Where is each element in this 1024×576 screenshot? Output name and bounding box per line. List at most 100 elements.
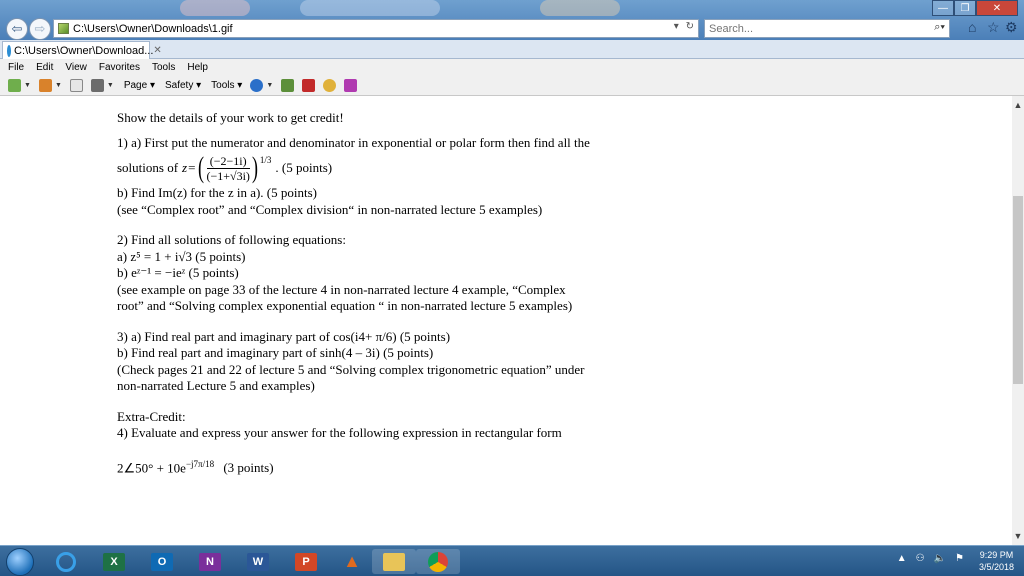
q4-points: (3 points) — [223, 459, 274, 475]
search-icon[interactable]: ⌕▾ — [934, 21, 945, 34]
onenote-icon: N — [199, 552, 221, 571]
system-tray: ▲ ⚇ 🔈 ⚑ — [897, 553, 964, 564]
tab-label: C:\Users\Owner\Download... — [14, 44, 154, 57]
forward-arrow-icon: ⇨ — [34, 21, 46, 36]
matlab-icon: ▲ — [343, 551, 361, 571]
menu-view[interactable]: View — [65, 62, 87, 73]
clock-time: 9:29 PM — [979, 550, 1014, 560]
forward-button[interactable]: ⇨ — [29, 18, 51, 40]
q1b-text: b) Find Im(z) for the z in a). (5 points… — [117, 185, 318, 200]
search-bar[interactable]: ⌕▾ — [704, 19, 950, 38]
menu-favorites[interactable]: Favorites — [99, 62, 140, 73]
feeds-icon[interactable] — [38, 78, 52, 92]
help-icon[interactable] — [250, 78, 264, 92]
network-icon[interactable]: ⚇ — [916, 553, 925, 564]
dropdown-arrow-icon[interactable]: ▼ — [107, 82, 114, 89]
scroll-thumb[interactable] — [1013, 196, 1023, 384]
q4-expression-exponent: −j7π/18 — [185, 458, 215, 469]
solutions-label: solutions of — [117, 159, 179, 175]
page-content: Show the details of your work to get cre… — [0, 96, 1012, 545]
tab-close-icon[interactable]: ✕ — [153, 45, 161, 56]
menu-tools[interactable]: Tools — [152, 62, 175, 73]
chrome-icon — [428, 551, 448, 572]
maximize-button[interactable]: ❐ — [954, 0, 976, 16]
tools-menu[interactable]: Tools ▾ — [211, 80, 242, 91]
taskbar-onenote[interactable]: N — [188, 549, 232, 574]
start-button[interactable] — [6, 548, 34, 576]
word-icon: W — [247, 552, 269, 571]
q2a-text: a) z⁵ = 1 + i√3 (5 points) — [117, 248, 246, 264]
scroll-up-icon[interactable]: ▲ — [1012, 100, 1024, 110]
command-bar: ▼ ▼ ▼ Page ▾ Safety ▾ Tools ▾ ▼ — [0, 75, 1024, 96]
menu-edit[interactable]: Edit — [36, 62, 53, 73]
homework-document: Show the details of your work to get cre… — [117, 110, 677, 476]
address-controls: ▾ ↻ — [674, 21, 694, 32]
address-text[interactable]: C:\Users\Owner\Downloads\1.gif — [73, 23, 233, 35]
q1-denominator: (−1+√3i) — [206, 168, 250, 183]
q4-text: 4) Evaluate and express your answer for … — [117, 425, 562, 440]
taskbar-ie[interactable] — [44, 549, 88, 574]
taskbar-excel[interactable]: X — [92, 549, 136, 574]
q1-fraction: (−2−1i) (−1+√3i) — [206, 154, 249, 183]
q2-title: 2) Find all solutions of following equat… — [117, 232, 346, 247]
dropdown-arrow-icon[interactable]: ▼ — [24, 82, 31, 89]
addon-icon[interactable] — [281, 78, 295, 92]
q2-see-text-2: root” and “Solving complex exponential e… — [117, 298, 573, 313]
refresh-icon[interactable]: ↻ — [686, 21, 694, 32]
home-icon[interactable] — [8, 78, 21, 92]
tab-active[interactable]: C:\Users\Owner\Download... ✕ — [2, 41, 162, 59]
safety-menu[interactable]: Safety ▾ — [165, 80, 201, 91]
minimize-button[interactable]: — — [932, 0, 954, 16]
q1-exponent: 1/3 — [259, 154, 272, 165]
search-input[interactable] — [709, 22, 919, 35]
menu-file[interactable]: File — [8, 62, 24, 73]
scroll-down-icon[interactable]: ▼ — [1012, 531, 1024, 541]
onenote-addon-icon[interactable] — [302, 78, 316, 92]
favorites-star-icon[interactable]: ☆ — [987, 19, 1000, 36]
vertical-scrollbar[interactable]: ▲ ▼ — [1012, 96, 1024, 545]
powerpoint-icon: P — [295, 552, 317, 571]
ie-icon — [7, 44, 11, 57]
print-icon[interactable] — [90, 78, 104, 92]
extra-credit-title: Extra-Credit: — [117, 408, 186, 424]
volume-icon[interactable]: 🔈 — [934, 553, 946, 564]
mail-icon[interactable] — [69, 78, 83, 92]
q3-check-text-1: (Check pages 21 and 22 of lecture 5 and … — [117, 361, 585, 377]
tab-row: C:\Users\Owner\Download... ✕ — [0, 40, 1024, 59]
q2b-text: b) eᶻ⁻¹ = −ieᶻ (5 points) — [117, 265, 239, 280]
address-bar[interactable]: C:\Users\Owner\Downloads\1.gif ▾ ↻ — [53, 19, 699, 38]
background-blur — [180, 0, 250, 16]
excel-icon: X — [103, 552, 125, 571]
dropdown-arrow-icon[interactable]: ▼ — [266, 82, 273, 89]
home-icon[interactable]: ⌂ — [968, 19, 976, 35]
taskbar-powerpoint[interactable]: P — [284, 549, 328, 574]
taskbar-outlook[interactable]: O — [140, 549, 184, 574]
q1-points: . (5 points) — [275, 159, 333, 175]
page-menu[interactable]: Page ▾ — [124, 80, 155, 91]
taskbar-word[interactable]: W — [236, 549, 280, 574]
taskbar-file-explorer[interactable] — [372, 549, 416, 574]
clock-date: 3/5/2018 — [978, 562, 1014, 572]
taskbar-chrome[interactable] — [416, 549, 460, 574]
taskbar-matlab[interactable]: ▲ — [330, 549, 374, 574]
back-button[interactable]: ⇦ — [6, 18, 28, 40]
settings-gear-icon[interactable]: ⚙ — [1005, 19, 1018, 36]
addon-icon[interactable] — [344, 78, 358, 92]
browser-title-bar: — ❐ ✕ ⇦ ⇨ C:\Users\Owner\Downloads\1.gif… — [0, 0, 1024, 40]
close-button[interactable]: ✕ — [976, 0, 1018, 16]
action-center-icon[interactable]: ⚑ — [955, 553, 964, 564]
q3b-text: b) Find real part and imaginary part of … — [117, 345, 434, 360]
q3-check-text-2: non-narrated Lecture 5 and examples) — [117, 378, 315, 393]
clock[interactable]: 9:29 PM 3/5/2018 — [979, 549, 1014, 573]
dropdown-arrow-icon[interactable]: ▼ — [55, 82, 62, 89]
menu-help[interactable]: Help — [187, 62, 208, 73]
research-icon[interactable] — [323, 78, 337, 92]
menu-bar: File Edit View Favorites Tools Help — [0, 59, 1024, 75]
image-file-icon — [58, 23, 69, 34]
q4-expression-base: 2∠50° + 10e — [117, 459, 186, 475]
tray-expand-icon[interactable]: ▲ — [897, 553, 907, 564]
dropdown-arrow-icon[interactable]: ▾ — [674, 21, 679, 32]
ie-icon — [56, 551, 76, 572]
q3a-text: 3) a) Find real part and imaginary part … — [117, 328, 451, 344]
q1a-text: 1) a) First put the numerator and denomi… — [117, 134, 590, 150]
